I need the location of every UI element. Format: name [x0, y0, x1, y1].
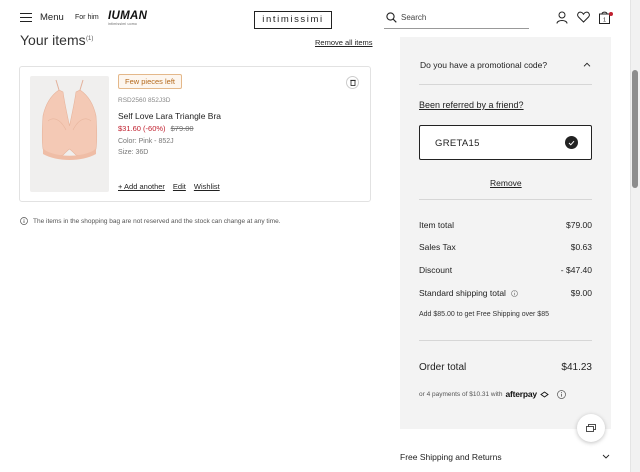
discount-value: - $47.40	[560, 265, 592, 275]
page-title: Your items	[20, 32, 86, 48]
user-icon[interactable]	[556, 11, 568, 24]
shipping-value: $9.00	[570, 288, 592, 298]
menu-button[interactable]: Menu	[20, 12, 64, 23]
product-sku: RSD2560 852J3D	[118, 97, 171, 104]
iuman-logo-subtitle: intimissimi uomo	[108, 22, 138, 26]
order-total-value: $41.23	[561, 362, 592, 373]
free-shipping-note: Add $85.00 to get Free Shipping over $85	[419, 311, 549, 318]
chevron-down-icon[interactable]	[602, 454, 610, 459]
free-shipping-returns-toggle[interactable]: Free Shipping and Returns	[400, 452, 502, 462]
afterpay-arrows-icon	[540, 390, 549, 398]
item-total-value: $79.00	[566, 220, 592, 230]
trash-icon	[349, 79, 356, 86]
divider	[419, 199, 592, 200]
product-name[interactable]: Self Love Lara Triangle Bra	[118, 111, 221, 121]
afterpay-text: or 4 payments of $10.31 with	[419, 390, 503, 398]
shipping-label: Standard shipping total	[419, 288, 506, 298]
chat-button[interactable]	[577, 414, 605, 442]
svg-text:1: 1	[603, 18, 606, 24]
brand-logo[interactable]: intimissimi	[254, 11, 332, 29]
info-icon[interactable]	[511, 289, 518, 297]
product-color: Color: Pink - 852J	[118, 138, 174, 145]
item-total-row: Item total $79.00	[419, 220, 592, 230]
discount-row: Discount - $47.40	[419, 265, 592, 275]
chat-icon	[586, 423, 596, 432]
order-total-row: Order total $41.23	[419, 362, 592, 373]
site-header: Menu For him IUMAN intimissimi uomo inti…	[0, 0, 630, 38]
info-icon	[20, 217, 28, 225]
chevron-up-icon[interactable]	[583, 62, 591, 67]
referred-friend-link[interactable]: Been referred by a friend?	[419, 100, 524, 110]
divider	[419, 84, 592, 85]
edit-button[interactable]: Edit	[173, 182, 186, 191]
cart-notification-dot	[609, 12, 613, 16]
promo-code-value: GRETA15	[435, 138, 480, 149]
remove-promo-button[interactable]: Remove	[490, 178, 522, 188]
info-icon[interactable]	[557, 389, 566, 399]
search-input[interactable]	[401, 13, 521, 22]
search-box[interactable]	[384, 10, 529, 29]
sales-tax-row: Sales Tax $0.63	[419, 242, 592, 252]
product-size: Size: 36D	[118, 149, 149, 156]
search-icon	[386, 12, 397, 23]
check-icon	[565, 136, 578, 149]
item-total-label: Item total	[419, 220, 454, 230]
shipping-row: Standard shipping total $9.00	[419, 288, 592, 298]
price-row: $31.60 (-60%) $79.00	[118, 124, 194, 133]
menu-label: Menu	[40, 12, 64, 23]
items-count: (1)	[86, 36, 94, 42]
stock-badge: Few pieces left	[118, 74, 183, 89]
menu-icon	[20, 12, 32, 23]
scrollbar-thumb[interactable]	[632, 70, 638, 188]
original-price: $79.00	[170, 124, 194, 133]
heart-icon[interactable]	[577, 11, 590, 23]
bra-illustration	[41, 79, 98, 160]
sales-tax-value: $0.63	[570, 242, 592, 252]
stock-notice-text: The items in the shopping bag are not re…	[33, 217, 281, 225]
promo-code-field[interactable]: GRETA15	[419, 125, 592, 160]
sales-tax-label: Sales Tax	[419, 242, 456, 252]
stock-notice: The items in the shopping bag are not re…	[20, 217, 281, 225]
product-image[interactable]	[30, 76, 109, 192]
order-summary-panel: Do you have a promotional code? Been ref…	[400, 37, 611, 429]
promo-code-toggle[interactable]: Do you have a promotional code?	[420, 60, 547, 70]
cart-item: Few pieces left RSD2560 852J3D Self Love…	[19, 66, 371, 202]
remove-all-button[interactable]: Remove all items	[315, 38, 373, 47]
sale-price: $31.60 (-60%)	[118, 124, 166, 133]
afterpay-logo: afterpay	[505, 389, 537, 399]
for-him-link[interactable]: For him	[75, 14, 99, 21]
afterpay-info: or 4 payments of $10.31 with afterpay	[419, 389, 566, 399]
iuman-logo-text: IUMAN	[108, 10, 148, 22]
discount-label: Discount	[419, 265, 453, 275]
iuman-logo[interactable]: IUMAN intimissimi uomo	[108, 10, 154, 26]
wishlist-button[interactable]: Wishlist	[194, 182, 220, 191]
delete-item-button[interactable]	[346, 76, 359, 89]
item-actions: + Add another Edit Wishlist	[118, 182, 220, 191]
add-another-button[interactable]: + Add another	[118, 182, 165, 191]
order-total-label: Order total	[419, 362, 467, 373]
divider	[419, 340, 592, 341]
